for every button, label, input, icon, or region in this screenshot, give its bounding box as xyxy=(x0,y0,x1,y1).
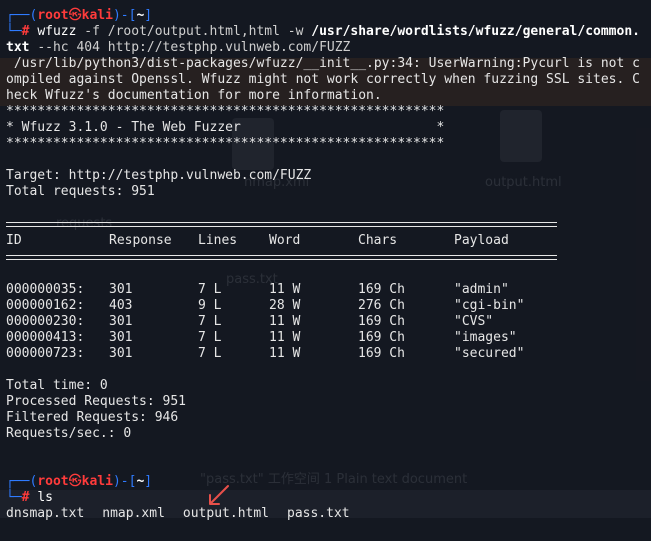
total-requests-line: Total requests: 951 xyxy=(6,184,155,199)
file-entry: dnsmap.txt xyxy=(6,506,85,521)
cell-response: 301 xyxy=(109,314,133,329)
stat-rate: Requests/sec.: 0 xyxy=(6,426,132,441)
cell-response: 301 xyxy=(109,330,133,345)
file-entry: output.html xyxy=(182,506,269,521)
stat-processed: Processed Requests: 951 xyxy=(6,394,187,409)
banner-stars: ****************************************… xyxy=(6,104,445,119)
stat-total-time: Total time: 0 xyxy=(6,378,108,393)
terminal-window[interactable]: nmap.xml output.html requests pass.txt "… xyxy=(0,0,651,541)
prompt-user: root xyxy=(37,8,69,23)
cell-id: 000000035: xyxy=(6,282,85,297)
prompt-host: kali xyxy=(81,474,113,489)
cell-word: 28 W xyxy=(269,298,301,313)
prompt-user: root xyxy=(37,474,69,489)
table-row: 000000162: 403 9 L 28 W 276 Ch "cgi-bin" xyxy=(6,298,651,314)
target-line: Target: http://testphp.vulnweb.com/FUZZ xyxy=(6,168,312,183)
stat-filtered: Filtered Requests: 946 xyxy=(6,410,179,425)
cell-word: 11 W xyxy=(269,330,301,345)
header-word: Word xyxy=(269,233,301,248)
banner-title: * Wfuzz 3.1.0 - The Web Fuzzer * xyxy=(6,120,445,135)
cell-payload: "secured" xyxy=(454,346,525,361)
cell-payload: "CVS" xyxy=(454,314,494,329)
cell-lines: 7 L xyxy=(198,330,222,345)
skull-icon: ㉿ xyxy=(68,474,82,489)
prompt-host: kali xyxy=(81,8,113,23)
command-line[interactable]: └─# wfuzz -f /root/output.html,html -w /… xyxy=(6,24,644,56)
cell-chars: 169 Ch xyxy=(358,282,405,297)
banner-stars: ****************************************… xyxy=(6,136,445,151)
file-entry: pass.txt xyxy=(287,506,350,521)
table-rule xyxy=(6,255,557,260)
file-entry: nmap.xml xyxy=(102,506,165,521)
command-args-2: --hc 404 http://testphp.vulnweb.com/FUZZ xyxy=(37,40,351,55)
command-line[interactable]: └─# ls xyxy=(6,490,651,506)
cell-chars: 276 Ch xyxy=(358,298,405,313)
cell-chars: 169 Ch xyxy=(358,330,405,345)
cell-word: 11 W xyxy=(269,346,301,361)
cell-response: 403 xyxy=(109,298,133,313)
cell-id: 000000413: xyxy=(6,330,85,345)
prompt-hash: # xyxy=(21,490,30,505)
cell-lines: 7 L xyxy=(198,282,222,297)
cell-response: 301 xyxy=(109,282,133,297)
cell-word: 11 W xyxy=(269,282,301,297)
cell-lines: 9 L xyxy=(198,298,222,313)
header-id: ID xyxy=(6,233,22,248)
cell-payload: "cgi-bin" xyxy=(454,298,525,313)
table-row: 000000230: 301 7 L 11 W 169 Ch "CVS" xyxy=(6,314,651,330)
command-name: wfuzz xyxy=(37,24,77,39)
cell-payload: "admin" xyxy=(454,282,509,297)
prompt-line: ┌──(root㉿kali)-[~] xyxy=(6,474,153,489)
prompt-hash: # xyxy=(21,24,30,39)
cell-id: 000000723: xyxy=(6,346,85,361)
cell-chars: 169 Ch xyxy=(358,314,405,329)
cell-id: 000000162: xyxy=(6,298,85,313)
header-chars: Chars xyxy=(358,233,398,248)
cell-payload: "images" xyxy=(454,330,517,345)
header-lines: Lines xyxy=(198,233,238,248)
table-header: ID Response Lines Word Chars Payload xyxy=(6,233,651,249)
cell-response: 301 xyxy=(109,346,133,361)
cell-id: 000000230: xyxy=(6,314,85,329)
table-rule xyxy=(6,222,557,227)
terminal-output: ┌──(root㉿kali)-[~] └─# wfuzz -f /root/ou… xyxy=(6,8,651,522)
pycurl-warning: /usr/lib/python3/dist-packages/wfuzz/__i… xyxy=(6,56,640,103)
skull-icon: ㉿ xyxy=(68,8,82,23)
command-name: ls xyxy=(37,490,53,505)
table-row: 000000035: 301 7 L 11 W 169 Ch "admin" xyxy=(6,282,651,298)
prompt-line: ┌──(root㉿kali)-[~] xyxy=(6,8,153,23)
cell-word: 11 W xyxy=(269,314,301,329)
header-response: Response xyxy=(109,233,172,248)
cell-chars: 169 Ch xyxy=(358,346,405,361)
command-args: -f /root/output.html,html -w xyxy=(84,24,304,39)
table-row: 000000413: 301 7 L 11 W 169 Ch "images" xyxy=(6,330,651,346)
header-payload: Payload xyxy=(454,233,509,248)
cell-lines: 7 L xyxy=(198,346,222,361)
ls-output: dnsmap.txt nmap.xml output.html pass.txt xyxy=(6,506,651,522)
table-row: 000000723: 301 7 L 11 W 169 Ch "secured" xyxy=(6,346,651,362)
cell-lines: 7 L xyxy=(198,314,222,329)
